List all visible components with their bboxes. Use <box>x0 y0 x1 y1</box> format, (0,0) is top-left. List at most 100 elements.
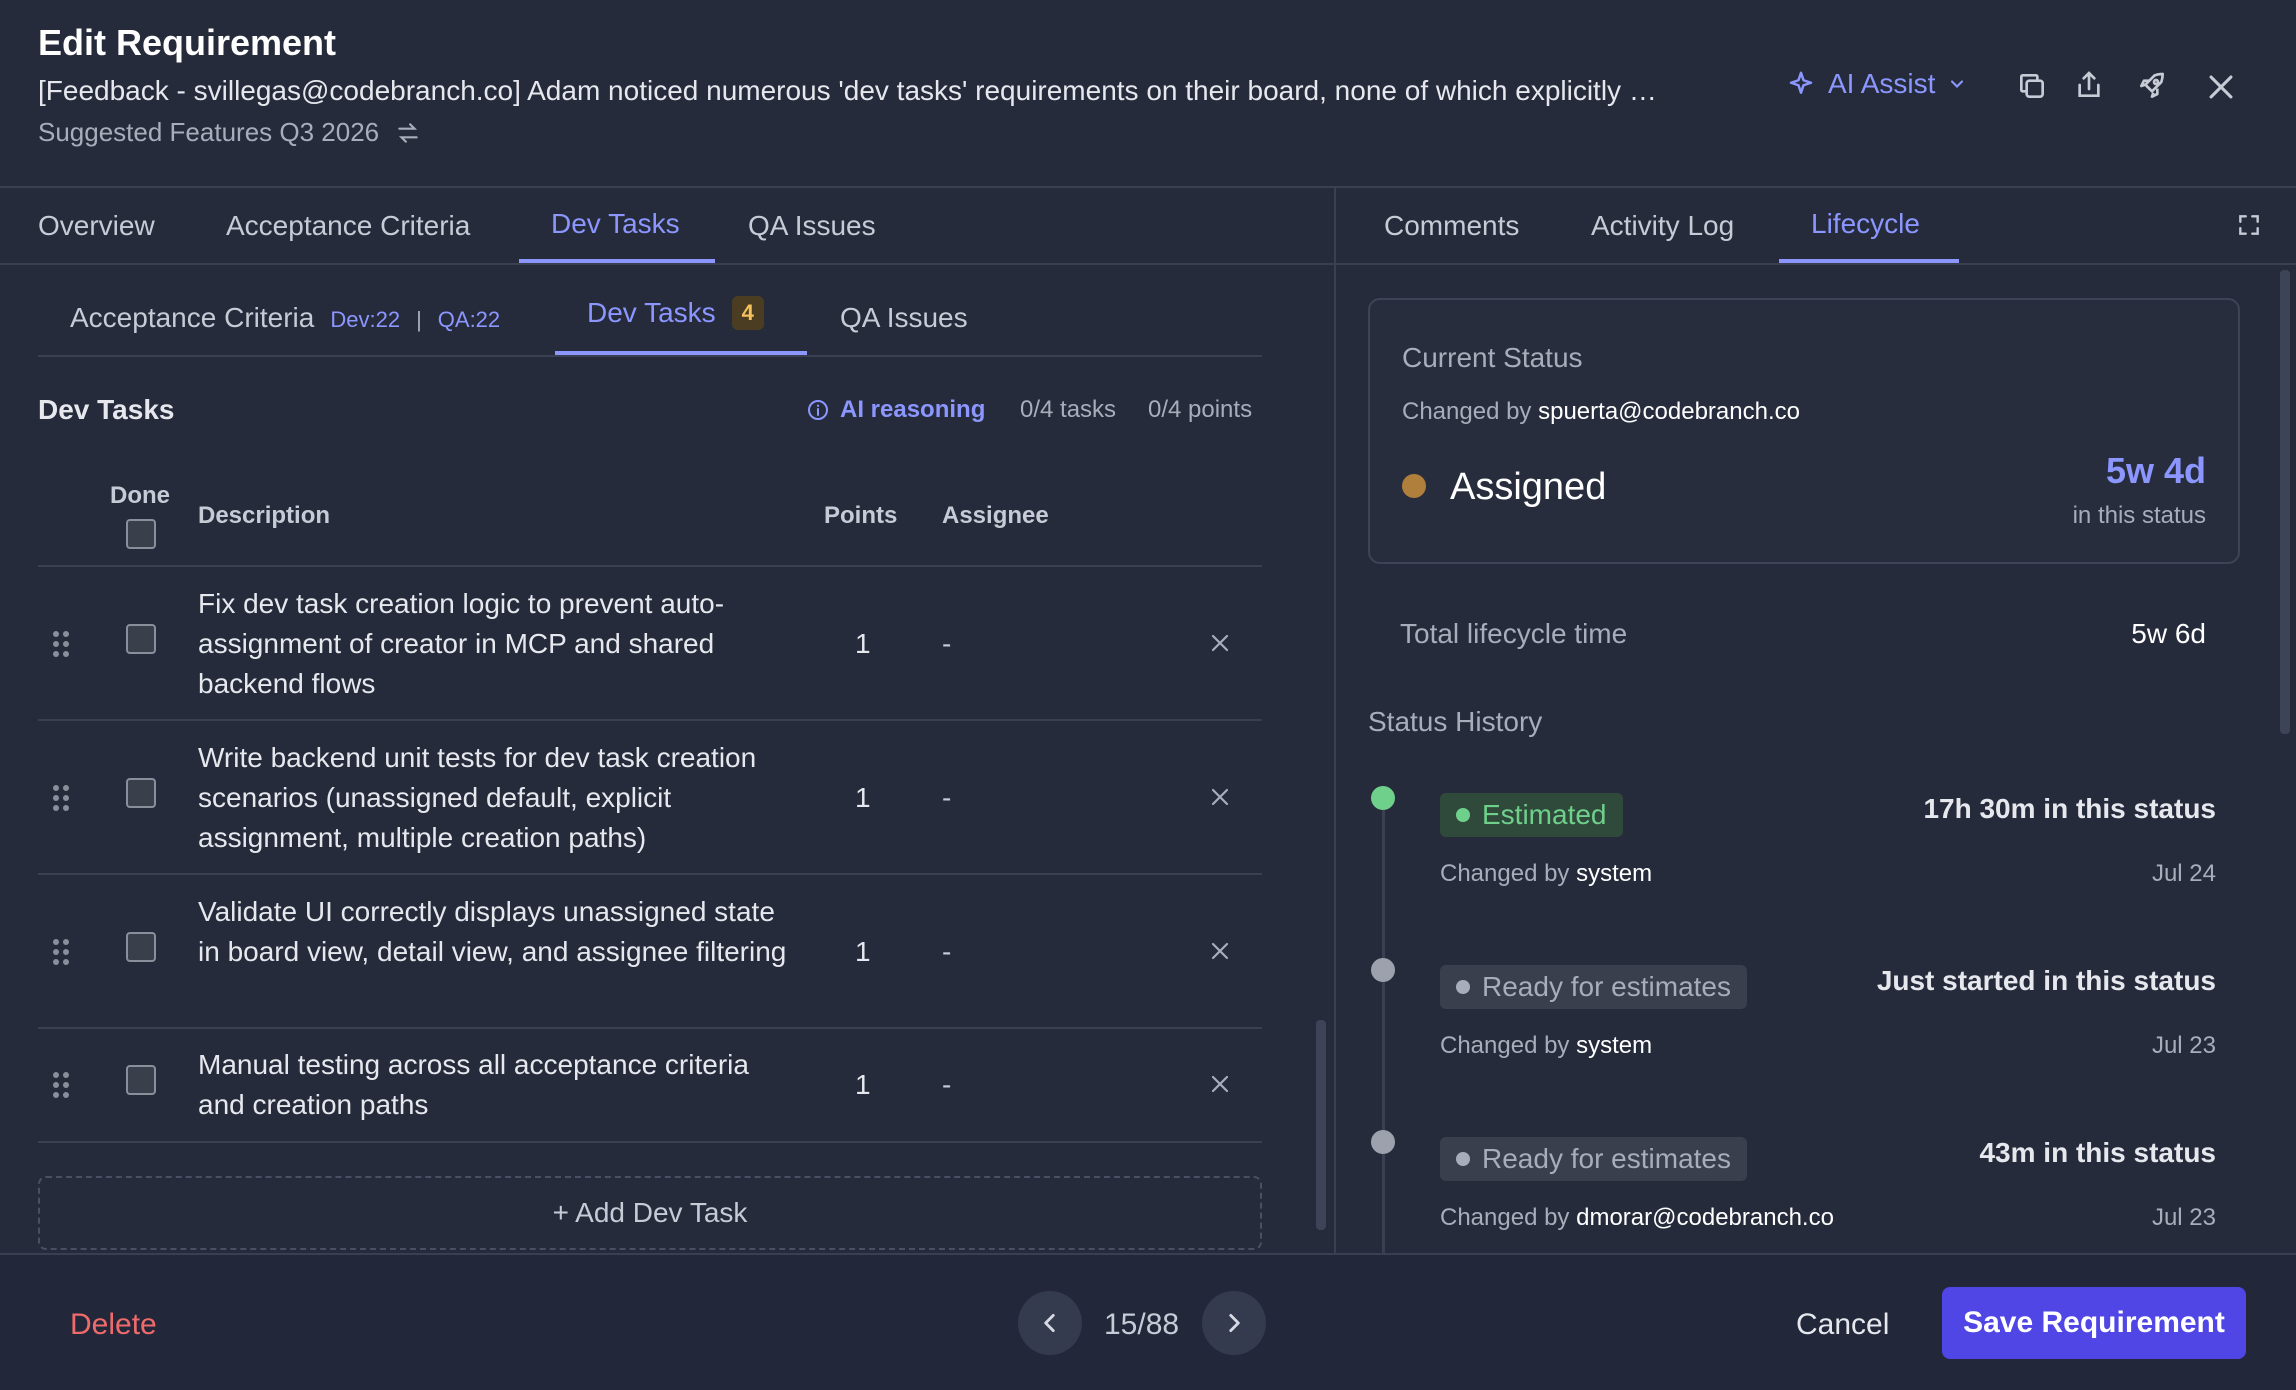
remove-task-icon[interactable] <box>1208 785 1232 809</box>
history-duration: 43m in this status <box>1979 1137 2216 1168</box>
chevron-left-icon <box>1037 1310 1063 1336</box>
tab-acceptance-criteria[interactable]: Acceptance Criteria <box>226 210 470 242</box>
status-badge-dot <box>1456 980 1470 994</box>
changed-by-user: dmorar@codebranch.co <box>1576 1204 1834 1231</box>
history-duration: Just started in this status <box>1876 965 2216 996</box>
task-assignee[interactable]: - <box>942 936 951 968</box>
subtab-dev-tasks[interactable]: Dev Tasks 4 <box>587 296 764 330</box>
history-changed-by: Changed by system <box>1440 1032 1652 1060</box>
tab-comments[interactable]: Comments <box>1384 210 1519 242</box>
board-selector[interactable]: Suggested Features Q3 2026 <box>38 117 421 148</box>
history-date: Jul 24 <box>2151 860 2216 887</box>
changed-by-prefix: Changed by <box>1440 1204 1570 1231</box>
timeline-dot <box>1371 786 1395 810</box>
task-done-checkbox[interactable] <box>126 1065 156 1095</box>
task-points[interactable]: 1 <box>855 1069 871 1101</box>
tab-dev-tasks[interactable]: Dev Tasks <box>551 208 680 240</box>
tab-overview[interactable]: Overview <box>38 210 155 242</box>
separator: | <box>416 307 422 332</box>
tasks-count: 0/4 tasks <box>1020 396 1117 423</box>
changed-by-user: spuerta@codebranch.co <box>1538 398 1800 425</box>
subtab-label: Acceptance Criteria <box>70 302 315 333</box>
task-points[interactable]: 1 <box>855 628 871 660</box>
subtab-qa-issues[interactable]: QA Issues <box>840 302 968 334</box>
task-description[interactable]: Manual testing across all acceptance cri… <box>198 1045 798 1125</box>
close-icon[interactable] <box>2204 70 2238 104</box>
scrollbar-thumb[interactable] <box>2280 270 2290 734</box>
count-badge: 4 <box>731 296 764 330</box>
status-badge-dot <box>1456 808 1470 822</box>
task-points[interactable]: 1 <box>855 936 871 968</box>
timeline-dot <box>1371 1130 1395 1154</box>
history-changed-by: Changed by dmorar@codebranch.co <box>1440 1204 1834 1232</box>
next-button[interactable] <box>1202 1291 1266 1355</box>
points-count: 0/4 points <box>1148 396 1253 423</box>
delete-button[interactable]: Delete <box>70 1308 157 1342</box>
history-duration: 17h 30m in this status <box>1923 793 2216 824</box>
task-assignee[interactable]: - <box>942 782 951 814</box>
task-assignee[interactable]: - <box>942 1069 951 1101</box>
status-badge-label: Estimated <box>1482 799 1607 830</box>
remove-task-icon[interactable] <box>1208 939 1232 963</box>
tab-qa-issues[interactable]: QA Issues <box>748 210 876 242</box>
remove-task-icon[interactable] <box>1208 631 1232 655</box>
drag-handle-icon[interactable] <box>52 630 70 658</box>
rocket-icon[interactable] <box>2136 70 2168 102</box>
column-header-points: Points <box>824 502 898 529</box>
row-divider <box>38 873 1262 875</box>
changed-by-user: system <box>1576 1032 1653 1059</box>
drag-handle-icon[interactable] <box>52 938 70 966</box>
task-done-checkbox[interactable] <box>126 932 156 962</box>
task-description[interactable]: Validate UI correctly displays unassigne… <box>198 892 798 972</box>
column-header-description: Description <box>198 502 331 529</box>
total-lifecycle-label: Total lifecycle time <box>1400 618 1628 649</box>
swap-icon[interactable] <box>395 120 421 146</box>
subtab-acceptance-criteria[interactable]: Acceptance Criteria Dev:22 | QA:22 <box>70 302 500 334</box>
save-requirement-button[interactable]: Save Requirement <box>1942 1287 2246 1359</box>
add-dev-task-button[interactable]: + Add Dev Task <box>38 1176 1262 1250</box>
status-duration-caption: in this status <box>2072 502 2206 529</box>
cancel-button[interactable]: Cancel <box>1796 1308 1889 1342</box>
current-status-label: Current Status <box>1402 342 1583 373</box>
copy-icon[interactable] <box>2016 70 2048 102</box>
changed-by-prefix: Changed by <box>1402 398 1532 425</box>
select-all-checkbox[interactable] <box>126 519 156 549</box>
expand-icon[interactable] <box>2236 212 2262 238</box>
column-header-assignee: Assignee <box>942 502 1049 529</box>
remove-task-icon[interactable] <box>1208 1072 1232 1096</box>
status-badge-dot <box>1456 1152 1470 1166</box>
share-icon[interactable] <box>2073 68 2105 102</box>
row-divider <box>38 719 1262 721</box>
task-points[interactable]: 1 <box>855 782 871 814</box>
history-date: Jul 23 <box>2151 1032 2216 1059</box>
row-divider <box>38 1141 1262 1143</box>
ai-assist-button[interactable]: AI Assist <box>1786 68 1967 100</box>
task-description[interactable]: Write backend unit tests for dev task cr… <box>198 738 798 858</box>
ai-reasoning-link[interactable]: AI reasoning <box>806 396 985 424</box>
status-badge-label: Ready for estimates <box>1482 1143 1731 1174</box>
task-assignee[interactable]: - <box>942 628 951 660</box>
history-date: Jul 23 <box>2151 1204 2216 1231</box>
tab-lifecycle[interactable]: Lifecycle <box>1811 208 1920 240</box>
status-dot <box>1402 474 1426 498</box>
scrollbar-thumb[interactable] <box>1316 1020 1326 1230</box>
header-divider <box>0 186 2296 188</box>
drag-handle-icon[interactable] <box>52 784 70 812</box>
pager-indicator: 15/88 <box>1104 1308 1180 1341</box>
task-done-checkbox[interactable] <box>126 624 156 654</box>
previous-button[interactable] <box>1018 1291 1082 1355</box>
changed-by-prefix: Changed by <box>1440 1032 1570 1059</box>
row-divider <box>38 1027 1262 1029</box>
info-icon <box>806 398 830 422</box>
status-duration: 5w 4d <box>2105 450 2206 491</box>
current-status-value: Assigned <box>1450 466 1607 508</box>
task-done-checkbox[interactable] <box>126 778 156 808</box>
task-description[interactable]: Fix dev task creation logic to prevent a… <box>198 584 798 704</box>
changed-by-prefix: Changed by <box>1440 860 1570 887</box>
requirement-title: [Feedback - svillegas@codebranch.co] Ada… <box>38 75 1657 106</box>
tab-activity-log[interactable]: Activity Log <box>1591 210 1734 242</box>
table-header-divider <box>38 565 1262 567</box>
chevron-right-icon <box>1221 1310 1247 1336</box>
status-badge: Estimated <box>1440 793 1623 837</box>
drag-handle-icon[interactable] <box>52 1071 70 1099</box>
